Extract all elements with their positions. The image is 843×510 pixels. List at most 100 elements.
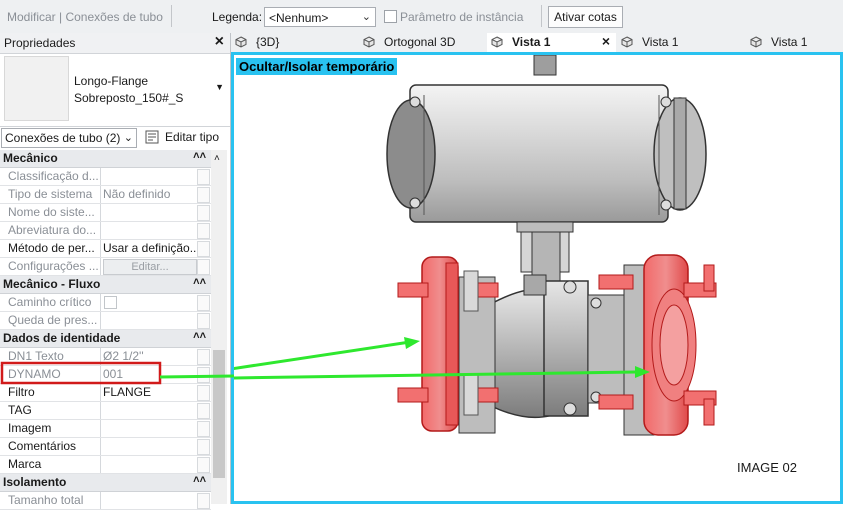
row-edge-cell — [197, 169, 210, 185]
property-row[interactable]: Nome do siste... — [0, 204, 211, 222]
property-value[interactable] — [100, 312, 197, 329]
chevron-down-icon: ⌄ — [361, 11, 371, 23]
property-row[interactable]: TAG — [0, 402, 211, 420]
toolbar-divider — [541, 5, 542, 27]
scrollbar-thumb[interactable] — [213, 350, 225, 478]
temporary-hide-isolate-label: Ocultar/Isolar temporário — [236, 58, 398, 75]
property-key: Abreviatura do... — [8, 223, 97, 237]
edit-config-button[interactable]: Editar... — [103, 259, 197, 275]
instance-filter-value: Conexões de tubo (2) — [5, 131, 121, 145]
activate-dimensions-button[interactable]: Ativar cotas — [548, 6, 623, 28]
group-header-dados-identidade[interactable]: Dados de identidade ˄˄ — [0, 330, 211, 348]
property-value[interactable] — [100, 168, 197, 185]
properties-scrollbar[interactable]: ˄ — [211, 150, 227, 504]
toolbar-divider — [171, 5, 172, 27]
property-row-dynamo[interactable]: DYNAMO 001 — [0, 366, 211, 384]
group-title: Isolamento — [3, 475, 67, 489]
row-edge-cell — [197, 313, 210, 329]
tab-label: Vista 1 — [642, 35, 679, 49]
property-row[interactable]: Queda de pres... — [0, 312, 211, 330]
row-edge-cell — [197, 295, 210, 311]
close-icon[interactable]: × — [215, 33, 224, 51]
chevron-down-icon: ⌄ — [123, 132, 133, 144]
property-value[interactable]: Ø2 1/2'' — [100, 348, 197, 365]
property-value[interactable]: Usar a definição... — [100, 240, 197, 257]
property-row[interactable]: Método de per... Usar a definição... — [0, 240, 211, 258]
edit-type-label: Editar tipo — [165, 130, 220, 144]
tab-vista-1-active[interactable]: Vista 1 × — [487, 33, 616, 52]
property-key: Comentários — [8, 439, 77, 453]
instance-filter-dropdown[interactable]: Conexões de tubo (2) ⌄ — [1, 128, 137, 148]
tab-label: Vista 1 — [771, 35, 808, 49]
type-name-line2: Sobreposto_150#_S — [74, 91, 184, 105]
dropdown-arrow-icon[interactable]: ▼ — [215, 82, 224, 92]
row-edge-cell — [197, 187, 210, 203]
valve-model[interactable] — [234, 55, 840, 501]
property-row[interactable]: Marca — [0, 456, 211, 474]
property-row[interactable]: Classificação d... — [0, 168, 211, 186]
collapse-icon[interactable]: ˄˄ — [193, 276, 206, 288]
tab-3d[interactable]: {3D} — [231, 33, 356, 52]
property-row[interactable]: Configurações ... Editar... — [0, 258, 211, 276]
property-row[interactable]: DN1 Texto Ø2 1/2'' — [0, 348, 211, 366]
group-title: Dados de identidade — [3, 331, 121, 345]
group-header-mecanico-fluxo[interactable]: Mecânico - Fluxo ˄˄ — [0, 276, 211, 294]
property-value[interactable] — [100, 222, 197, 239]
property-key: Configurações ... — [8, 259, 98, 273]
critical-path-checkbox[interactable] — [104, 296, 117, 309]
property-row[interactable]: Imagem — [0, 420, 211, 438]
cube-icon — [363, 36, 375, 48]
property-key: Nome do siste... — [8, 205, 95, 219]
group-header-mecanico[interactable]: Mecânico ˄˄ — [0, 150, 211, 168]
view-tabs: {3D} Ortogonal 3D Vista 1 × Vista 1 Vist… — [231, 33, 843, 53]
property-value[interactable] — [100, 438, 197, 455]
property-row[interactable]: Tamanho total — [0, 492, 211, 510]
property-key: TAG — [8, 403, 32, 417]
property-row[interactable]: Abreviatura do... — [0, 222, 211, 240]
property-row[interactable]: Comentários — [0, 438, 211, 456]
group-header-isolamento[interactable]: Isolamento ˄˄ — [0, 474, 211, 492]
edit-type-button[interactable]: Editar tipo — [143, 128, 225, 148]
property-value[interactable]: FLANGE — [100, 384, 197, 401]
tab-vista-1[interactable]: Vista 1 — [746, 33, 843, 52]
property-key: Classificação d... — [8, 169, 98, 183]
collapse-icon[interactable]: ˄˄ — [193, 330, 206, 342]
property-value[interactable] — [100, 420, 197, 437]
instance-param-checkbox[interactable] — [384, 10, 397, 23]
properties-header: Propriedades × — [0, 33, 230, 54]
property-value[interactable]: Editar... — [100, 258, 197, 275]
property-key: Marca — [8, 457, 42, 471]
property-value[interactable] — [100, 294, 197, 311]
property-value-text: Não definido — [103, 187, 171, 201]
property-key: Queda de pres... — [8, 313, 98, 327]
scroll-up-icon[interactable]: ˄ — [214, 153, 220, 164]
tab-vista-1[interactable]: Vista 1 — [617, 33, 742, 52]
property-value[interactable] — [100, 204, 197, 221]
property-value[interactable] — [100, 402, 197, 419]
type-thumbnail — [4, 56, 69, 121]
property-value[interactable]: 001 — [100, 366, 197, 383]
row-edge-cell — [197, 385, 210, 401]
collapse-icon[interactable]: ˄˄ — [193, 474, 206, 486]
type-selector[interactable]: Longo-Flange Sobreposto_150#_S ▼ — [0, 54, 230, 127]
edit-type-icon — [145, 130, 159, 144]
property-row[interactable]: Filtro FLANGE — [0, 384, 211, 402]
properties-panel: Propriedades × Longo-Flange Sobreposto_1… — [0, 33, 231, 510]
legend-dropdown[interactable]: <Nenhum> ⌄ — [264, 7, 376, 27]
property-row[interactable]: Tipo de sistema Não definido — [0, 186, 211, 204]
collapse-icon[interactable]: ˄˄ — [193, 150, 206, 162]
actuator — [386, 55, 707, 283]
property-value[interactable] — [100, 456, 197, 473]
row-edge-cell — [197, 349, 210, 365]
row-edge-cell — [197, 241, 210, 257]
tab-ortogonal-3d[interactable]: Ortogonal 3D — [359, 33, 486, 52]
property-value[interactable] — [100, 492, 197, 509]
property-value-text: FLANGE — [103, 385, 152, 399]
close-tab-icon[interactable]: × — [602, 33, 610, 49]
property-row[interactable]: Caminho crítico — [0, 294, 211, 312]
property-key: Tipo de sistema — [8, 187, 93, 201]
property-value[interactable]: Não definido — [100, 186, 197, 203]
property-value-text: Ø2 1/2'' — [103, 349, 144, 363]
drawing-viewport[interactable]: Ocultar/Isolar temporário IMAGE 02 — [231, 52, 843, 504]
instance-filter-row: Conexões de tubo (2) ⌄ Editar tipo — [0, 127, 230, 150]
